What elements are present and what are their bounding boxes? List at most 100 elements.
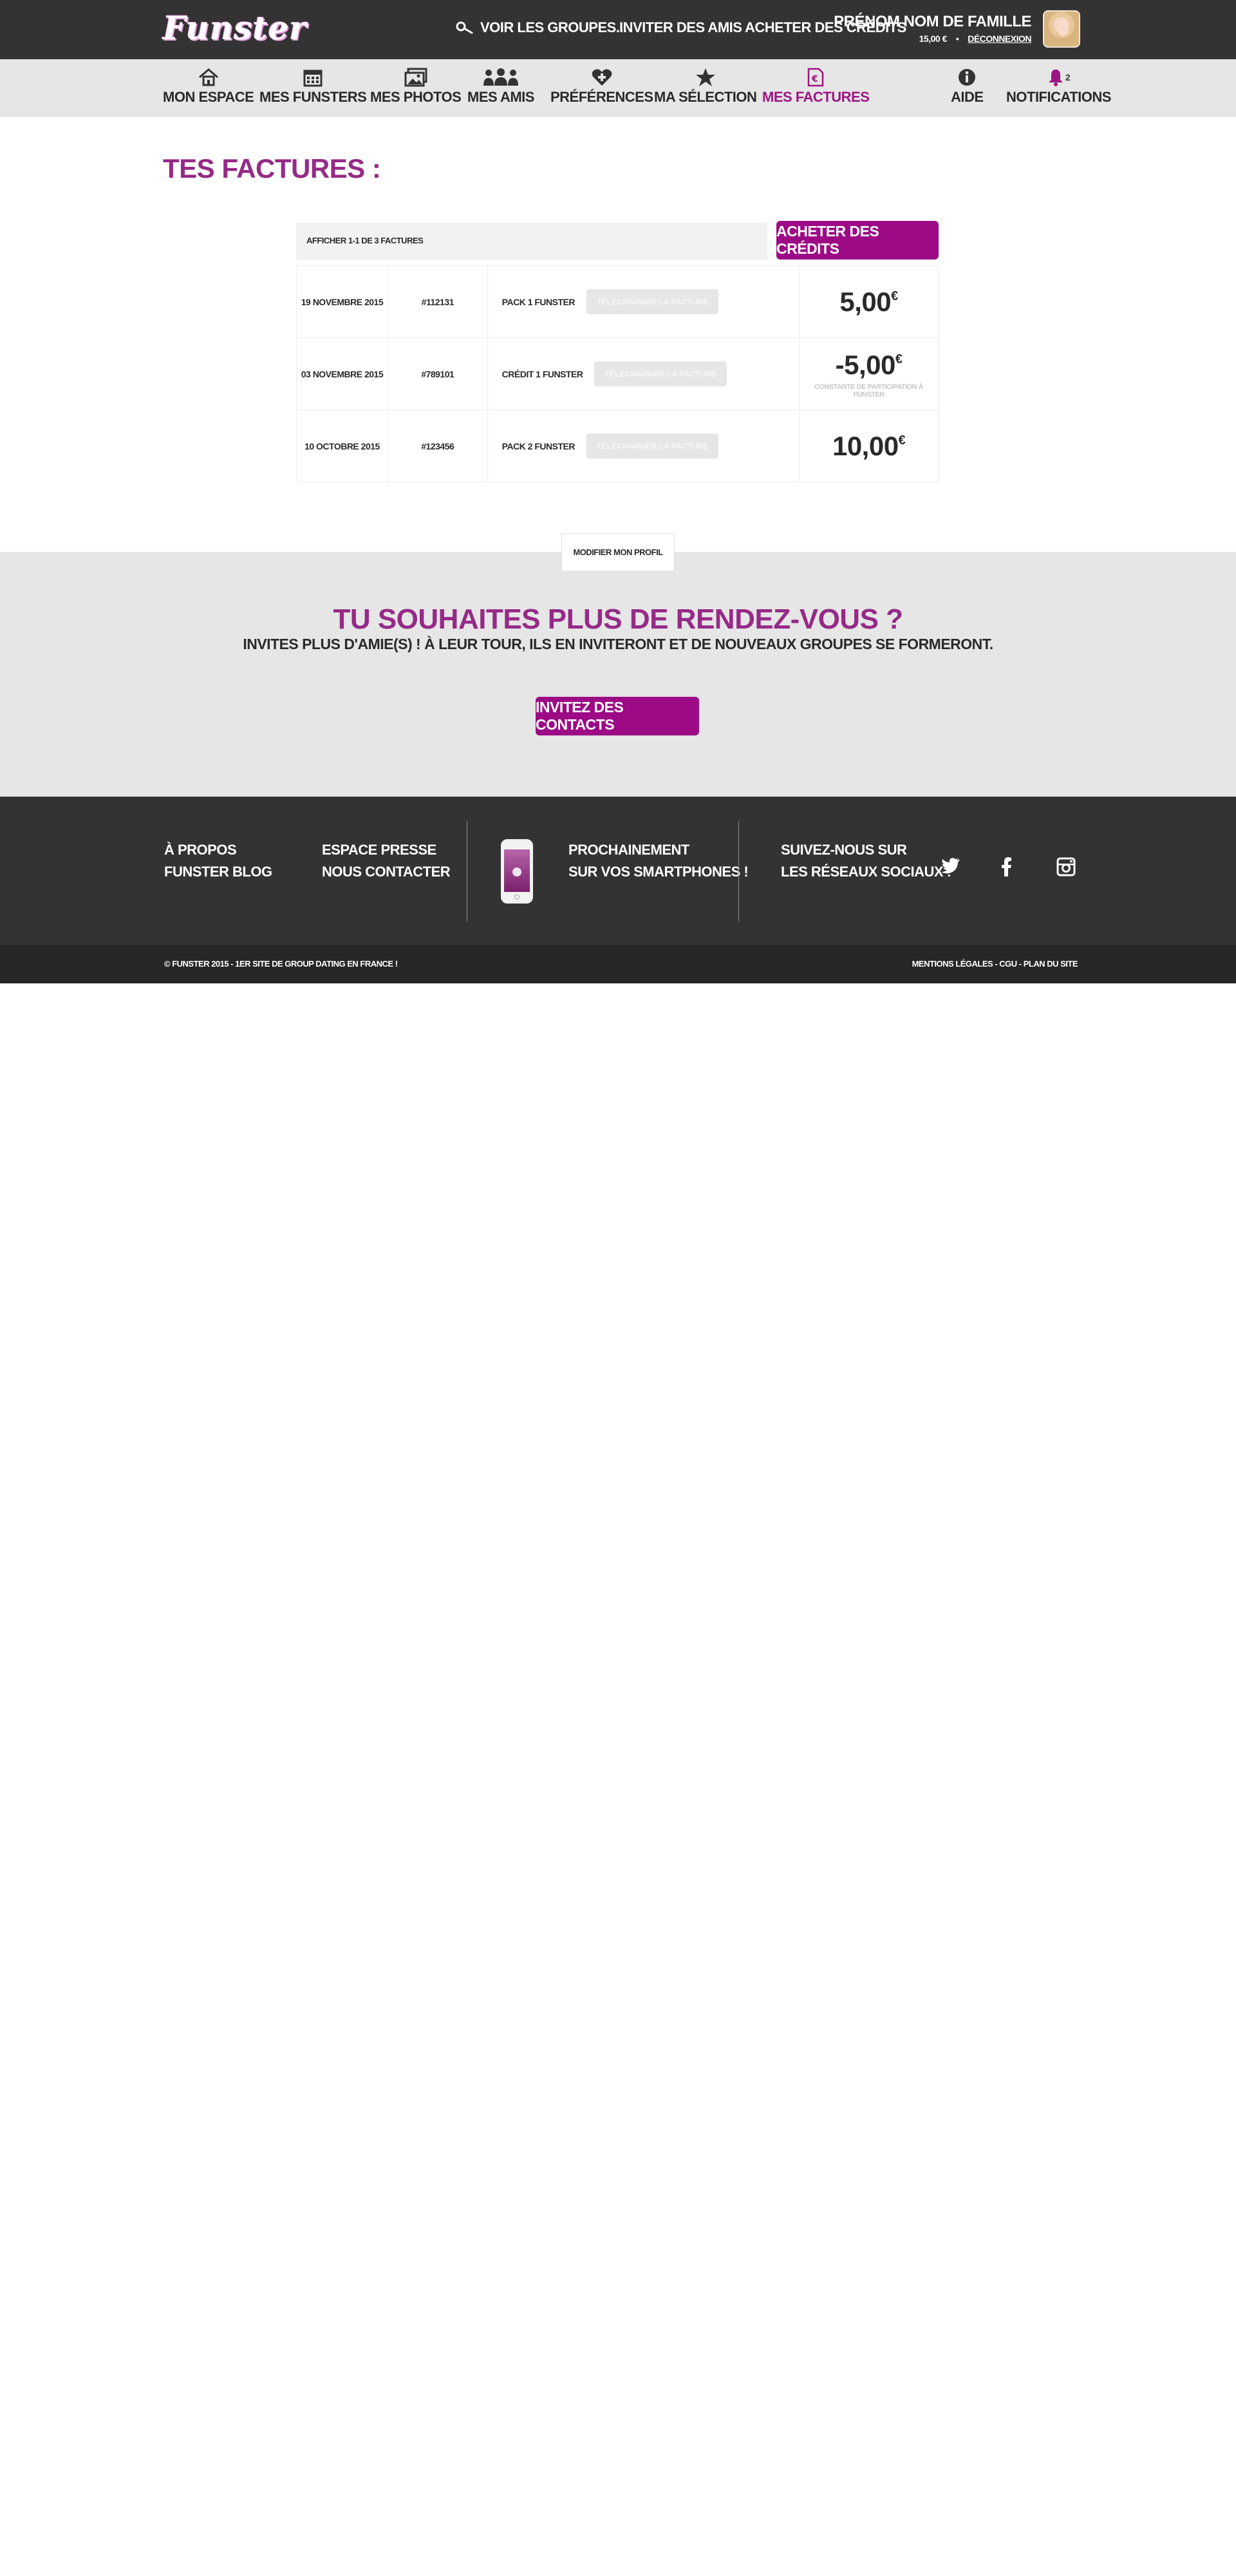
invoice-description-cell: Pack 2 Funster Télécharger la facture xyxy=(487,410,800,482)
invoice-amount: -5,00€ xyxy=(800,350,938,381)
buy-credits-button[interactable]: Acheter des crédits xyxy=(776,221,939,260)
download-invoice-button[interactable]: Télécharger la facture xyxy=(586,433,719,459)
calendar-icon xyxy=(303,66,323,89)
social-subtitle: les réseaux sociaux : xyxy=(781,864,951,880)
key-search-icon xyxy=(456,21,473,34)
nav-label: Mon espace xyxy=(163,89,254,105)
footer-link-press[interactable]: Espace presse xyxy=(322,842,436,858)
footer-link-about[interactable]: À propos xyxy=(164,842,237,858)
table-row: 03 novembre 2015 #789101 Crédit 1 Funste… xyxy=(296,337,939,410)
notifications-icon-wrap: 2 xyxy=(1047,66,1071,89)
nav-label: Mes amis xyxy=(467,89,534,105)
search-groups-link[interactable]: Voir les groupes... xyxy=(456,19,627,36)
invoice-amount: 5,00€ xyxy=(800,287,938,317)
nav-item-mon-espace[interactable]: Mon espace xyxy=(163,66,254,106)
invoice-table: 19 novembre 2015 #112131 Pack 1 Funster … xyxy=(296,265,939,482)
nav-item-aide[interactable]: Aide xyxy=(951,66,984,106)
nav-label: Mes funsters xyxy=(259,89,367,105)
amount-value: 5,00 xyxy=(839,286,892,317)
invoice-note: Constante de participation à FUNSTER xyxy=(814,383,924,399)
table-row: 10 octobre 2015 #123456 Pack 2 Funster T… xyxy=(296,410,939,482)
logout-link[interactable]: Déconnexion xyxy=(968,33,1031,44)
invoice-amount-cell: 5,00€ xyxy=(799,265,939,338)
invoice-number: #112131 xyxy=(387,265,488,338)
home-icon xyxy=(198,66,220,89)
currency-symbol: € xyxy=(891,289,898,303)
footer-link-blog[interactable]: Funster Blog xyxy=(164,864,272,880)
nav-item-preferences[interactable]: Préférences xyxy=(550,66,653,106)
bottom-bar: © Funster 2015 - 1er site de group datin… xyxy=(0,945,1236,983)
user-credits-row: 15,00 € • Déconnexion xyxy=(919,33,1032,44)
invoice-description: Pack 1 Funster xyxy=(501,296,576,307)
nav-label: Mes factures xyxy=(762,89,870,105)
nav-item-ma-selection[interactable]: Ma sélection xyxy=(654,66,757,106)
nav-label: Aide xyxy=(951,89,984,105)
invoice-description-cell: Pack 1 Funster Télécharger la facture xyxy=(487,265,800,338)
user-credits: 15,00 € xyxy=(919,33,948,44)
nav-item-mes-photos[interactable]: Mes photos xyxy=(370,66,462,106)
invoice-count: Afficher 1-1 de 3 factures xyxy=(296,223,767,260)
separator-dot: • xyxy=(955,33,959,44)
nav-label: Notifications xyxy=(1006,89,1111,105)
nav-label: Préférences xyxy=(550,89,653,105)
star-icon xyxy=(695,66,716,89)
bell-icon xyxy=(1048,70,1063,86)
invoice-number: #789101 xyxy=(387,337,488,410)
smartphone-icon xyxy=(501,839,533,904)
invoice-amount: 10,00€ xyxy=(800,431,938,462)
top-bar: Funster Voir les groupes... Inviter des … xyxy=(0,0,1236,59)
invoice-description: Crédit 1 Funster xyxy=(501,368,583,379)
photos-icon xyxy=(404,66,427,89)
invoice-date: 10 octobre 2015 xyxy=(296,410,388,482)
page-title: Tes factures : xyxy=(163,153,381,184)
currency-symbol: € xyxy=(895,352,903,366)
phone-home-button xyxy=(514,895,520,900)
nav-label: Mes photos xyxy=(370,89,462,105)
invoice-date: 03 novembre 2015 xyxy=(296,337,388,410)
nav-item-mes-factures[interactable]: € Mes factures xyxy=(762,66,870,106)
amount-value: 10,00 xyxy=(832,430,899,461)
heart-plus-icon xyxy=(591,66,613,89)
info-icon xyxy=(957,66,977,89)
invite-contacts-button[interactable]: Invitez des contacts xyxy=(536,697,699,735)
amount-value: -5,00 xyxy=(835,349,896,380)
invoice-icon: € xyxy=(807,66,824,89)
footer: À propos Funster Blog Espace presse Nous… xyxy=(0,797,1236,945)
app-soon-sub: sur vos smartphones ! xyxy=(568,864,749,880)
legal-links[interactable]: Mentions légales - CGU - Plan du site xyxy=(912,959,1078,969)
friends-icon xyxy=(482,66,520,89)
download-invoice-button[interactable]: Télécharger la facture xyxy=(586,289,719,314)
facebook-icon[interactable] xyxy=(1002,857,1012,881)
app-soon-text: Prochainement xyxy=(568,842,689,858)
nav-item-notifications[interactable]: 2 Notifications xyxy=(1006,66,1111,106)
invoice-date: 19 novembre 2015 xyxy=(296,265,388,338)
phone-dot xyxy=(512,867,521,876)
invoice-amount-cell: -5,00€ Constante de participation à FUNS… xyxy=(799,337,939,410)
copyright: © Funster 2015 - 1er site de group datin… xyxy=(164,959,398,969)
nav-label: Ma sélection xyxy=(654,89,757,105)
invite-friends-link[interactable]: Inviter des amis xyxy=(619,19,742,36)
invoice-description: Pack 2 Funster xyxy=(501,440,576,451)
invoice-description-cell: Crédit 1 Funster Télécharger la facture xyxy=(487,337,800,410)
nav-item-mes-amis[interactable]: Mes amis xyxy=(467,66,534,106)
avatar[interactable] xyxy=(1043,10,1080,48)
footer-divider xyxy=(738,821,739,922)
user-name: Prénom Nom de famille xyxy=(834,13,1031,30)
table-row: 19 novembre 2015 #112131 Pack 1 Funster … xyxy=(296,265,939,338)
currency-symbol: € xyxy=(898,433,906,448)
invite-title: Tu souhaites plus de rendez-vous ? xyxy=(333,603,903,635)
invoice-amount-cell: 10,00€ xyxy=(799,410,939,482)
edit-profile-tab[interactable]: Modifier mon profil xyxy=(561,533,675,571)
nav-item-mes-funsters[interactable]: Mes funsters xyxy=(259,66,367,106)
footer-link-contact[interactable]: Nous contacter xyxy=(322,864,451,880)
sub-nav: Mon espace Mes funsters Mes photos Mes a… xyxy=(0,59,1236,117)
social-title: Suivez-nous sur xyxy=(781,842,907,858)
invite-section: Tu souhaites plus de rendez-vous ? Invit… xyxy=(0,552,1236,797)
twitter-icon[interactable] xyxy=(941,857,960,878)
invoice-number: #123456 xyxy=(387,410,488,482)
instagram-icon[interactable] xyxy=(1056,857,1076,881)
svg-text:€: € xyxy=(811,74,818,84)
notification-count: 2 xyxy=(1065,72,1071,82)
funster-logo[interactable]: Funster xyxy=(163,9,307,47)
download-invoice-button[interactable]: Télécharger la facture xyxy=(594,361,727,386)
